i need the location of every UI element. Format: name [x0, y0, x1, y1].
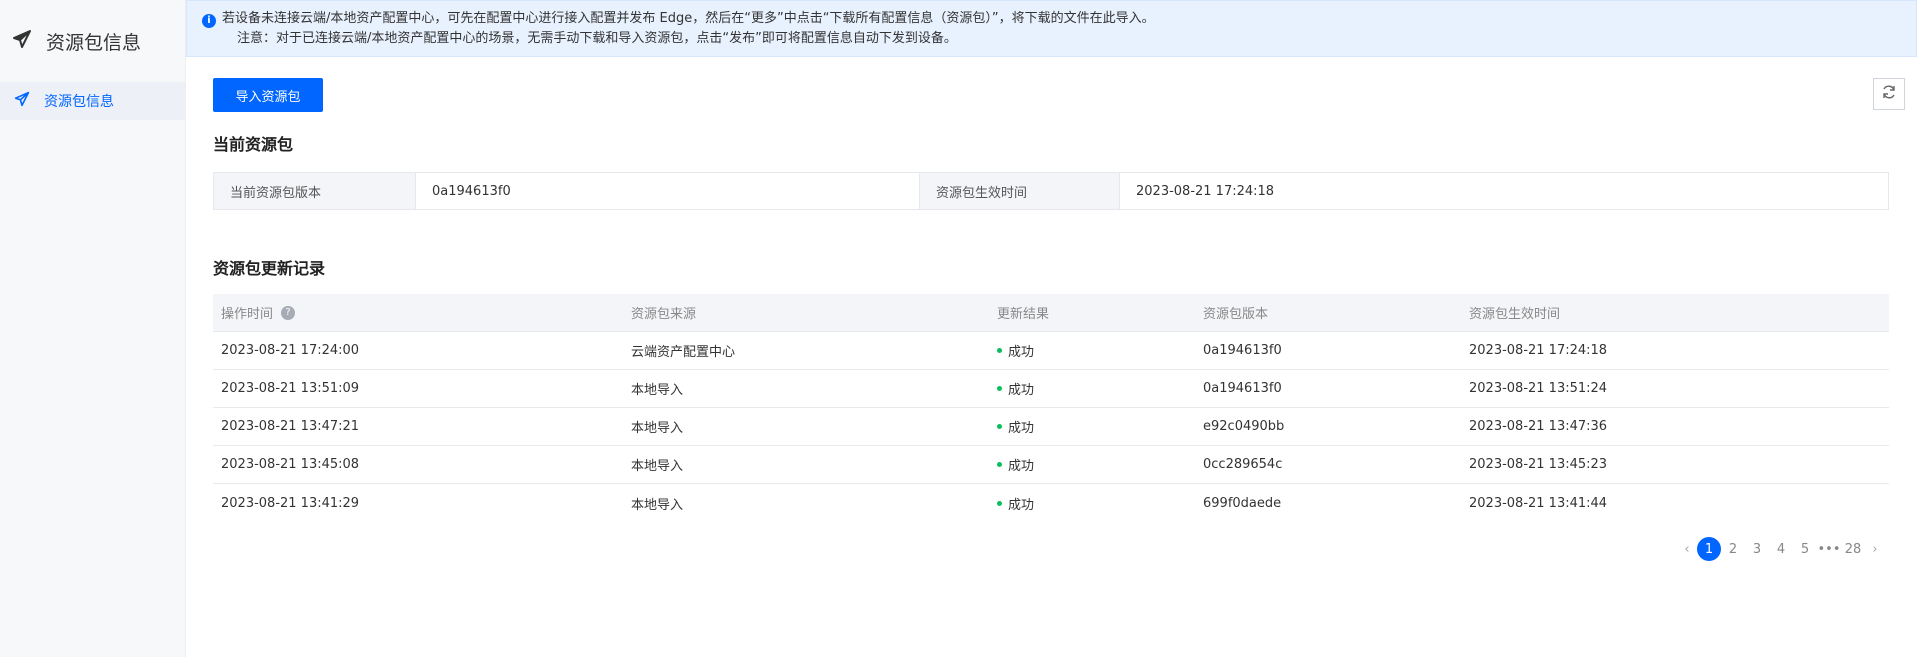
result-text: 成功 — [1008, 345, 1035, 360]
sidebar: 资源包信息 资源包信息 — [0, 0, 186, 657]
sidebar-item-resource-package[interactable]: 资源包信息 — [0, 82, 185, 120]
cell-time: 2023-08-21 13:51:09 — [221, 381, 360, 396]
cell-result: 成功 — [997, 379, 1203, 398]
cell-effective: 2023-08-21 13:45:23 — [1469, 457, 1608, 472]
notice-line-1: 若设备未连接云端/本地资产配置中心，可先在配置中心进行接入配置并发布 Edge，… — [222, 11, 1155, 26]
version-label: 当前资源包版本 — [214, 173, 415, 209]
cell-time: 2023-08-21 13:41:29 — [221, 495, 360, 511]
paper-plane-icon — [14, 91, 30, 111]
table-row: 2023-08-21 13:51:09 本地导入 成功 0a194613f0 2… — [213, 370, 1889, 408]
effective-time-label: 资源包生效时间 — [919, 173, 1119, 209]
header-result: 更新结果 — [997, 307, 1050, 322]
cell-effective: 2023-08-21 13:41:44 — [1469, 495, 1608, 511]
status-dot — [997, 348, 1002, 353]
chevron-right-icon[interactable]: › — [1865, 537, 1885, 561]
table-row: 2023-08-21 13:41:29 本地导入 成功 699f0daede 2… — [213, 484, 1889, 522]
header-version: 资源包版本 — [1203, 307, 1269, 322]
page-1[interactable]: 1 — [1697, 537, 1721, 561]
page-ellipsis[interactable]: ••• — [1817, 537, 1841, 561]
cell-effective: 2023-08-21 13:47:36 — [1469, 419, 1608, 434]
cell-source: 本地导入 — [631, 421, 684, 436]
main-content: i 若设备未连接云端/本地资产配置中心，可先在配置中心进行接入配置并发布 Edg… — [186, 0, 1931, 657]
header-source: 资源包来源 — [631, 307, 697, 322]
status-dot — [997, 386, 1002, 391]
table-header: 操作时间? 资源包来源 更新结果 资源包版本 资源包生效时间 — [213, 294, 1889, 332]
result-text: 成功 — [1008, 421, 1035, 436]
cell-result: 成功 — [997, 455, 1203, 474]
app: 资源包信息 资源包信息 i 若设备未连接云端/本地资产配置中心，可先在配置中心进… — [0, 0, 1931, 657]
refresh-icon — [1881, 84, 1897, 104]
current-package-table: 当前资源包版本 0a194613f0 资源包生效时间 2023-08-21 17… — [213, 172, 1889, 210]
table-row: 2023-08-21 13:47:21 本地导入 成功 e92c0490bb 2… — [213, 408, 1889, 446]
result-text: 成功 — [1008, 497, 1035, 513]
result-text: 成功 — [1008, 383, 1035, 398]
cell-version: 0a194613f0 — [1203, 381, 1282, 396]
import-package-button[interactable]: 导入资源包 — [213, 78, 323, 112]
cell-result: 成功 — [997, 341, 1203, 360]
cell-version: 0cc289654c — [1203, 457, 1283, 472]
effective-time-value: 2023-08-21 17:24:18 — [1119, 173, 1888, 209]
update-records-title: 资源包更新记录 — [213, 259, 326, 278]
sidebar-item-label: 资源包信息 — [44, 94, 114, 110]
sidebar-header: 资源包信息 — [0, 0, 185, 82]
paper-plane-icon — [12, 29, 32, 53]
header-label: 操作时间 — [221, 307, 274, 322]
cell-source: 云端资产配置中心 — [631, 345, 736, 360]
status-dot — [997, 462, 1002, 467]
pagination: ‹ 1 2 3 4 5 ••• 28 › — [1677, 537, 1885, 561]
cell-version: e92c0490bb — [1203, 419, 1285, 434]
cell-source: 本地导入 — [631, 459, 684, 474]
cell-effective: 2023-08-21 13:51:24 — [1469, 381, 1608, 396]
info-icon: i — [202, 14, 216, 28]
current-package-title: 当前资源包 — [213, 135, 294, 154]
page-4[interactable]: 4 — [1769, 537, 1793, 561]
header-operation-time: 操作时间? — [213, 303, 631, 322]
page-2[interactable]: 2 — [1721, 537, 1745, 561]
page-3[interactable]: 3 — [1745, 537, 1769, 561]
cell-time: 2023-08-21 13:47:21 — [221, 419, 360, 434]
page-last[interactable]: 28 — [1841, 537, 1865, 561]
status-dot — [997, 500, 1002, 506]
cell-source: 本地导入 — [631, 497, 684, 513]
cell-result: 成功 — [997, 494, 1203, 513]
notice-line-2: 注意：对于已连接云端/本地资产配置中心的场景，无需手动下载和导入资源包，点击“发… — [237, 31, 957, 46]
version-value: 0a194613f0 — [415, 173, 919, 209]
question-icon[interactable]: ? — [281, 305, 296, 320]
sidebar-title: 资源包信息 — [46, 31, 142, 54]
table-row: 2023-08-21 17:24:00 云端资产配置中心 成功 0a194613… — [213, 332, 1889, 370]
cell-time: 2023-08-21 13:45:08 — [221, 457, 360, 472]
result-text: 成功 — [1008, 459, 1035, 474]
cell-time: 2023-08-21 17:24:00 — [221, 343, 360, 358]
cell-source: 本地导入 — [631, 383, 684, 398]
table-row: 2023-08-21 13:45:08 本地导入 成功 0cc289654c 2… — [213, 446, 1889, 484]
status-dot — [997, 424, 1002, 429]
info-notice: i 若设备未连接云端/本地资产配置中心，可先在配置中心进行接入配置并发布 Edg… — [186, 0, 1917, 57]
cell-version: 0a194613f0 — [1203, 343, 1282, 358]
update-records-table: 操作时间? 资源包来源 更新结果 资源包版本 资源包生效时间 2023-08-2… — [213, 294, 1889, 522]
page-5[interactable]: 5 — [1793, 537, 1817, 561]
cell-version: 699f0daede — [1203, 495, 1282, 511]
cell-effective: 2023-08-21 17:24:18 — [1469, 343, 1608, 358]
refresh-button[interactable] — [1873, 78, 1905, 110]
cell-result: 成功 — [997, 417, 1203, 436]
chevron-left-icon[interactable]: ‹ — [1677, 537, 1697, 561]
header-effective-time: 资源包生效时间 — [1469, 307, 1561, 322]
